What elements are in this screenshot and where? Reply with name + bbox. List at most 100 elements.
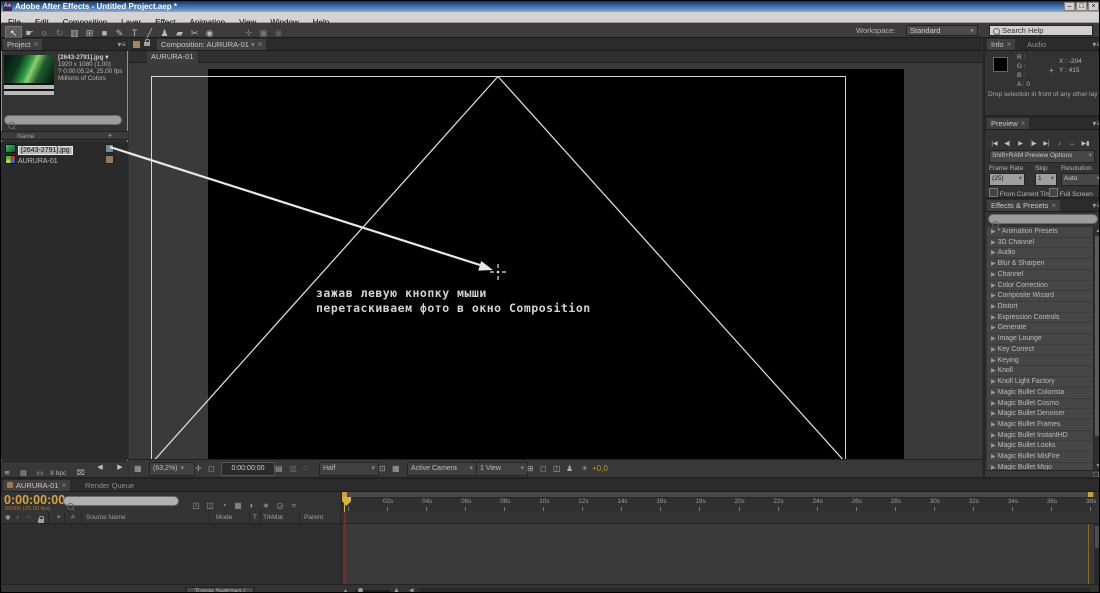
disclosure-triangle-icon[interactable]: ▶: [991, 272, 996, 278]
disclosure-triangle-icon[interactable]: ▶: [991, 250, 996, 256]
mask-visibility-icon[interactable]: ◻: [208, 463, 215, 474]
label-tag-icon[interactable]: ✦: [56, 512, 61, 524]
label-column-tag-icon[interactable]: ✦: [107, 132, 113, 141]
timeline-vertical-scrollbar[interactable]: [1094, 524, 1099, 584]
view-layout-dropdown[interactable]: 1 View ▾: [476, 462, 528, 476]
tab-composition[interactable]: Composition: AURURA-01 ▾ ×: [157, 39, 267, 50]
scroll-down-icon[interactable]: ▼: [1094, 463, 1099, 469]
grid-and-guides-icon[interactable]: ⊞: [527, 463, 534, 474]
work-area-end-handle[interactable]: [1088, 492, 1093, 497]
show-channel-icon[interactable]: ∴: [303, 463, 308, 474]
effects-category[interactable]: ▶ Audio: [987, 248, 1093, 260]
help-search-input[interactable]: Search Help: [989, 25, 1093, 36]
chevron-down-icon[interactable]: ▾: [105, 54, 108, 61]
first-frame-button[interactable]: |◀: [988, 139, 1001, 150]
effects-search-input[interactable]: [988, 214, 1098, 229]
scroll-right-icon[interactable]: ▶: [114, 462, 126, 473]
zoom-in-mountain-icon[interactable]: ▲: [393, 587, 400, 592]
disclosure-triangle-icon[interactable]: ▶: [991, 229, 996, 235]
draft-3d-button[interactable]: ◫: [203, 500, 217, 512]
disclosure-triangle-icon[interactable]: ▶: [991, 240, 996, 246]
magnification-dropdown[interactable]: (63,2%) ▾: [149, 462, 195, 476]
tab-render-queue[interactable]: Render Queue: [81, 480, 138, 491]
chevron-down-icon[interactable]: ▾: [251, 40, 255, 49]
disclosure-triangle-icon[interactable]: ▶: [991, 304, 996, 310]
timeline-h-scrollbar[interactable]: [419, 588, 1091, 592]
restore-button[interactable]: □: [1076, 2, 1087, 11]
effects-category[interactable]: ▶ Magic Bullet Denoiser: [987, 409, 1093, 420]
frame-rate-dropdown[interactable]: (25) ▾: [989, 173, 1025, 186]
tab-preview[interactable]: Preview ×: [987, 118, 1030, 129]
tab-project[interactable]: Project ×: [3, 39, 43, 50]
column-header-name[interactable]: Name: [17, 132, 34, 141]
effects-category[interactable]: ▶ Magic Bullet Colorista: [987, 387, 1093, 399]
safe-zones-icon[interactable]: ✛: [195, 463, 202, 474]
loop-toggle-button[interactable]: ↔: [1066, 139, 1079, 150]
audio-toggle-button[interactable]: ♪: [1053, 139, 1066, 150]
ram-preview-options-dropdown[interactable]: Shift+RAM Preview Options ▾: [989, 150, 1095, 163]
mask-path-icon[interactable]: ◻: [540, 463, 547, 474]
previous-frame-button[interactable]: ◀|: [1001, 139, 1014, 150]
project-row[interactable]: [2643-2791].jpg: [1, 142, 128, 155]
lock-icon[interactable]: [144, 39, 150, 46]
disclosure-triangle-icon[interactable]: ▶: [991, 283, 996, 289]
brainstorm-button[interactable]: ∗: [259, 500, 273, 512]
zoom-slider-handle[interactable]: [358, 588, 363, 592]
transparency-grid-icon[interactable]: ▦: [392, 463, 400, 474]
disclosure-triangle-icon[interactable]: ▶: [991, 293, 996, 299]
disclosure-triangle-icon[interactable]: ▶: [991, 401, 996, 407]
disclosure-triangle-icon[interactable]: ▶: [991, 325, 996, 331]
disclosure-triangle-icon[interactable]: ▶: [991, 261, 996, 267]
effects-category[interactable]: ▶ Keying: [987, 355, 1093, 367]
viewer-tab[interactable]: AURURA-01: [147, 51, 198, 63]
h-scroll-left-icon[interactable]: ◀: [409, 587, 414, 592]
close-icon[interactable]: ×: [1021, 119, 1026, 128]
effects-category[interactable]: ▶ Composite Wizard: [987, 291, 1093, 303]
timeline-zoom-slider[interactable]: [356, 588, 390, 592]
workspace-dropdown[interactable]: Standard ▾: [906, 25, 978, 36]
effects-category[interactable]: ▶ Image Lounge: [987, 334, 1093, 345]
scroll-up-icon[interactable]: ▲: [1094, 228, 1099, 234]
resolution-dropdown[interactable]: Half ▾: [319, 462, 379, 476]
panel-menu-icon[interactable]: ▾≡: [1092, 40, 1099, 49]
current-time-display[interactable]: 0:00:00:00: [4, 493, 65, 507]
disclosure-triangle-icon[interactable]: ▶: [991, 358, 996, 364]
work-area-bar[interactable]: [342, 492, 1095, 498]
scrollbar-thumb[interactable]: [1095, 236, 1099, 436]
effects-category[interactable]: ▶ Distort: [987, 302, 1093, 313]
work-area-start-handle[interactable]: [342, 492, 347, 497]
playhead-line[interactable]: [344, 512, 346, 584]
project-search-input[interactable]: [4, 115, 122, 130]
composition-viewer[interactable]: зажав левую кнопку мыши перетаскиваем фо…: [129, 63, 982, 459]
column-mode[interactable]: Mode: [216, 512, 232, 524]
comp-mini-flowchart-button[interactable]: ◳: [189, 500, 203, 512]
ram-preview-button[interactable]: ▶▮: [1079, 139, 1092, 150]
resolution-preview-dropdown[interactable]: Auto ▾: [1061, 173, 1099, 186]
tab-audio[interactable]: Audio: [1023, 39, 1050, 50]
scroll-left-icon[interactable]: ◀: [94, 462, 106, 473]
close-icon[interactable]: ×: [33, 40, 38, 49]
effects-category[interactable]: ▶ Color Correction: [987, 280, 1093, 292]
exposure-value[interactable]: +0,0: [592, 463, 608, 474]
effects-category[interactable]: ▶ Generate: [987, 323, 1093, 335]
checkbox-icon[interactable]: [989, 188, 998, 197]
disclosure-triangle-icon[interactable]: ▶: [991, 368, 996, 374]
disclosure-triangle-icon[interactable]: ▶: [991, 379, 996, 385]
auto-keyframe-button[interactable]: ◶: [273, 500, 287, 512]
disclosure-triangle-icon[interactable]: ▶: [991, 390, 996, 396]
disclosure-triangle-icon[interactable]: ▶: [991, 443, 996, 449]
close-button[interactable]: ×: [1088, 2, 1099, 11]
bit-depth-label[interactable]: 8 bpc: [50, 470, 66, 477]
effects-category[interactable]: ▶ Expression Controls: [987, 312, 1093, 324]
tab-timeline-comp[interactable]: AURURA-01 ×: [3, 480, 71, 491]
close-icon[interactable]: ×: [1051, 201, 1056, 210]
effects-category[interactable]: ▶ Channel: [987, 269, 1093, 281]
effects-category[interactable]: ▶ Magic Bullet Cosmo: [987, 398, 1093, 410]
close-icon[interactable]: ×: [1007, 40, 1012, 49]
zoom-out-mountain-icon[interactable]: ▴: [344, 587, 347, 592]
disclosure-triangle-icon[interactable]: ▶: [991, 315, 996, 321]
tab-effects-presets[interactable]: Effects & Presets ×: [987, 200, 1061, 211]
effects-category[interactable]: ▶ 3D Channel: [987, 237, 1093, 249]
next-frame-button[interactable]: |▶: [1027, 139, 1040, 150]
project-row[interactable]: AURURA-01: [1, 153, 128, 165]
